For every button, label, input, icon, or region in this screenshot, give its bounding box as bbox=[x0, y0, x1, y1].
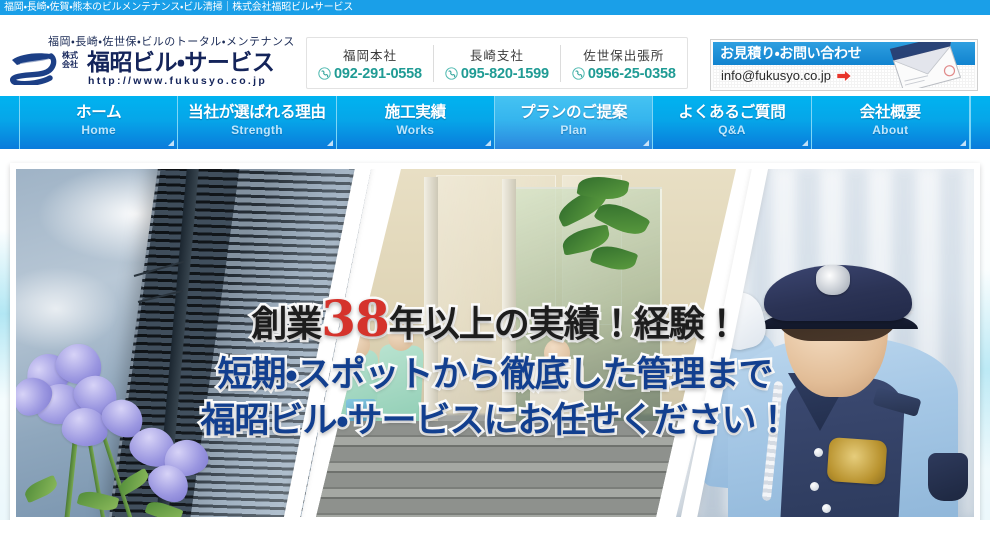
office-label: 長崎支社 bbox=[469, 48, 524, 63]
hero-banner[interactable]: 創業38年以上の実績！経験！ 短期・スポットから徹底した管理まで 福昭ビル・サー… bbox=[10, 163, 980, 523]
arrow-right-icon bbox=[836, 69, 852, 83]
logo-company-prefix: 株式 会社 bbox=[62, 51, 78, 69]
contact-email: info@fukusyo.co.jp bbox=[721, 68, 832, 83]
worker-figure bbox=[375, 343, 425, 427]
cap-badge-icon bbox=[816, 265, 850, 295]
logo-url: http://www.fukusyo.co.jp bbox=[88, 75, 268, 87]
nav-item-works[interactable]: 施工実績 Works bbox=[336, 96, 495, 149]
corner-triangle-icon bbox=[484, 140, 491, 146]
nav-item-qa[interactable]: よくあるご質問 Q&A bbox=[653, 96, 812, 149]
site-logo[interactable]: 福岡・長崎・佐世保・ビルのトータル・メンテナンス 株式 会社 福昭ビル・サービス… bbox=[10, 33, 300, 87]
office-phone-panel: 福岡本社 092-291-0558 長崎支社 095-820-1599 佐世保出… bbox=[306, 37, 688, 89]
phone-icon bbox=[318, 67, 331, 80]
uniform-emblem-icon bbox=[826, 437, 888, 485]
corner-triangle-icon bbox=[801, 140, 808, 146]
entrance-steps bbox=[316, 421, 736, 517]
nav-item-home[interactable]: ホーム Home bbox=[20, 96, 179, 149]
phone-text: 092-291-0558 bbox=[334, 65, 422, 82]
nav-label-ja: プランのご提案 bbox=[520, 104, 628, 121]
swoosh-s-mark-icon bbox=[10, 53, 57, 85]
nav-label-ja: 施工実績 bbox=[384, 104, 446, 121]
hero-section: 創業38年以上の実績！経験！ 短期・スポットから徹底した管理まで 福昭ビル・サー… bbox=[0, 149, 990, 539]
browser-title-bar: 福岡・長崎・佐賀・熊本のビルメンテナンス・ビル清掃｜株式会社福昭ビル・サービス bbox=[0, 0, 990, 15]
office-label: 佐世保出張所 bbox=[583, 48, 665, 63]
nav-label-ja: 当社が選ばれる理由 bbox=[188, 104, 326, 121]
phone-text: 0956-25-0358 bbox=[587, 65, 676, 82]
office-fukuoka: 福岡本社 092-291-0558 bbox=[307, 44, 434, 82]
corner-triangle-icon bbox=[643, 140, 650, 146]
office-label: 福岡本社 bbox=[342, 48, 397, 63]
nav-label-en: Q&A bbox=[718, 123, 746, 137]
nav-label-ja: ホーム bbox=[75, 104, 122, 121]
phone-icon bbox=[572, 67, 585, 80]
logo-company-name: 福昭ビル・サービス bbox=[87, 49, 275, 75]
corner-triangle-icon bbox=[168, 140, 175, 146]
nav-right-edge bbox=[969, 96, 990, 149]
page-bottom-spacer bbox=[0, 520, 990, 539]
nav-item-plan[interactable]: プランのご提案 Plan bbox=[494, 96, 654, 149]
office-sasebo: 佐世保出張所 0956-25-0358 bbox=[561, 45, 687, 82]
nav-label-en: About bbox=[872, 123, 909, 137]
foliage bbox=[552, 172, 651, 297]
cleaning-staff-photo bbox=[316, 169, 736, 517]
office-phone-number[interactable]: 092-291-0558 bbox=[318, 66, 422, 82]
nav-label-en: Home bbox=[81, 123, 116, 137]
office-phone-number[interactable]: 095-820-1599 bbox=[445, 66, 549, 82]
nav-label-ja: よくあるご質問 bbox=[678, 104, 786, 121]
site-header: 福岡・長崎・佐世保・ビルのトータル・メンテナンス 株式 会社 福昭ビル・サービス… bbox=[0, 15, 990, 96]
envelope-icon bbox=[889, 42, 962, 88]
nav-label-ja: 会社概要 bbox=[859, 104, 921, 121]
sleeve-patch-icon bbox=[928, 453, 968, 501]
corner-triangle-icon bbox=[959, 140, 966, 146]
nav-left-edge bbox=[0, 96, 20, 149]
contact-quote-button[interactable]: お見積り・お問い合わせ info@fukusyo.co.jp bbox=[710, 39, 978, 91]
nav-label-en: Works bbox=[396, 123, 435, 137]
flower-cluster bbox=[16, 308, 266, 517]
phone-text: 095-820-1599 bbox=[460, 65, 549, 82]
office-nagasaki: 長崎支社 095-820-1599 bbox=[434, 44, 561, 82]
corner-triangle-icon bbox=[326, 140, 333, 146]
nav-item-about[interactable]: 会社概要 About bbox=[811, 96, 970, 149]
nav-label-en: Strength bbox=[231, 123, 283, 137]
phone-icon bbox=[445, 67, 458, 80]
main-navigation: ホーム Home 当社が選ばれる理由 Strength 施工実績 Works プ… bbox=[0, 96, 990, 149]
logo-tagline: 福岡・長崎・佐世保・ビルのトータル・メンテナンス bbox=[48, 36, 295, 48]
office-phone-number[interactable]: 0956-25-0358 bbox=[572, 66, 676, 82]
nav-item-strength[interactable]: 当社が選ばれる理由 Strength bbox=[178, 96, 337, 149]
nav-label-en: Plan bbox=[560, 123, 587, 137]
